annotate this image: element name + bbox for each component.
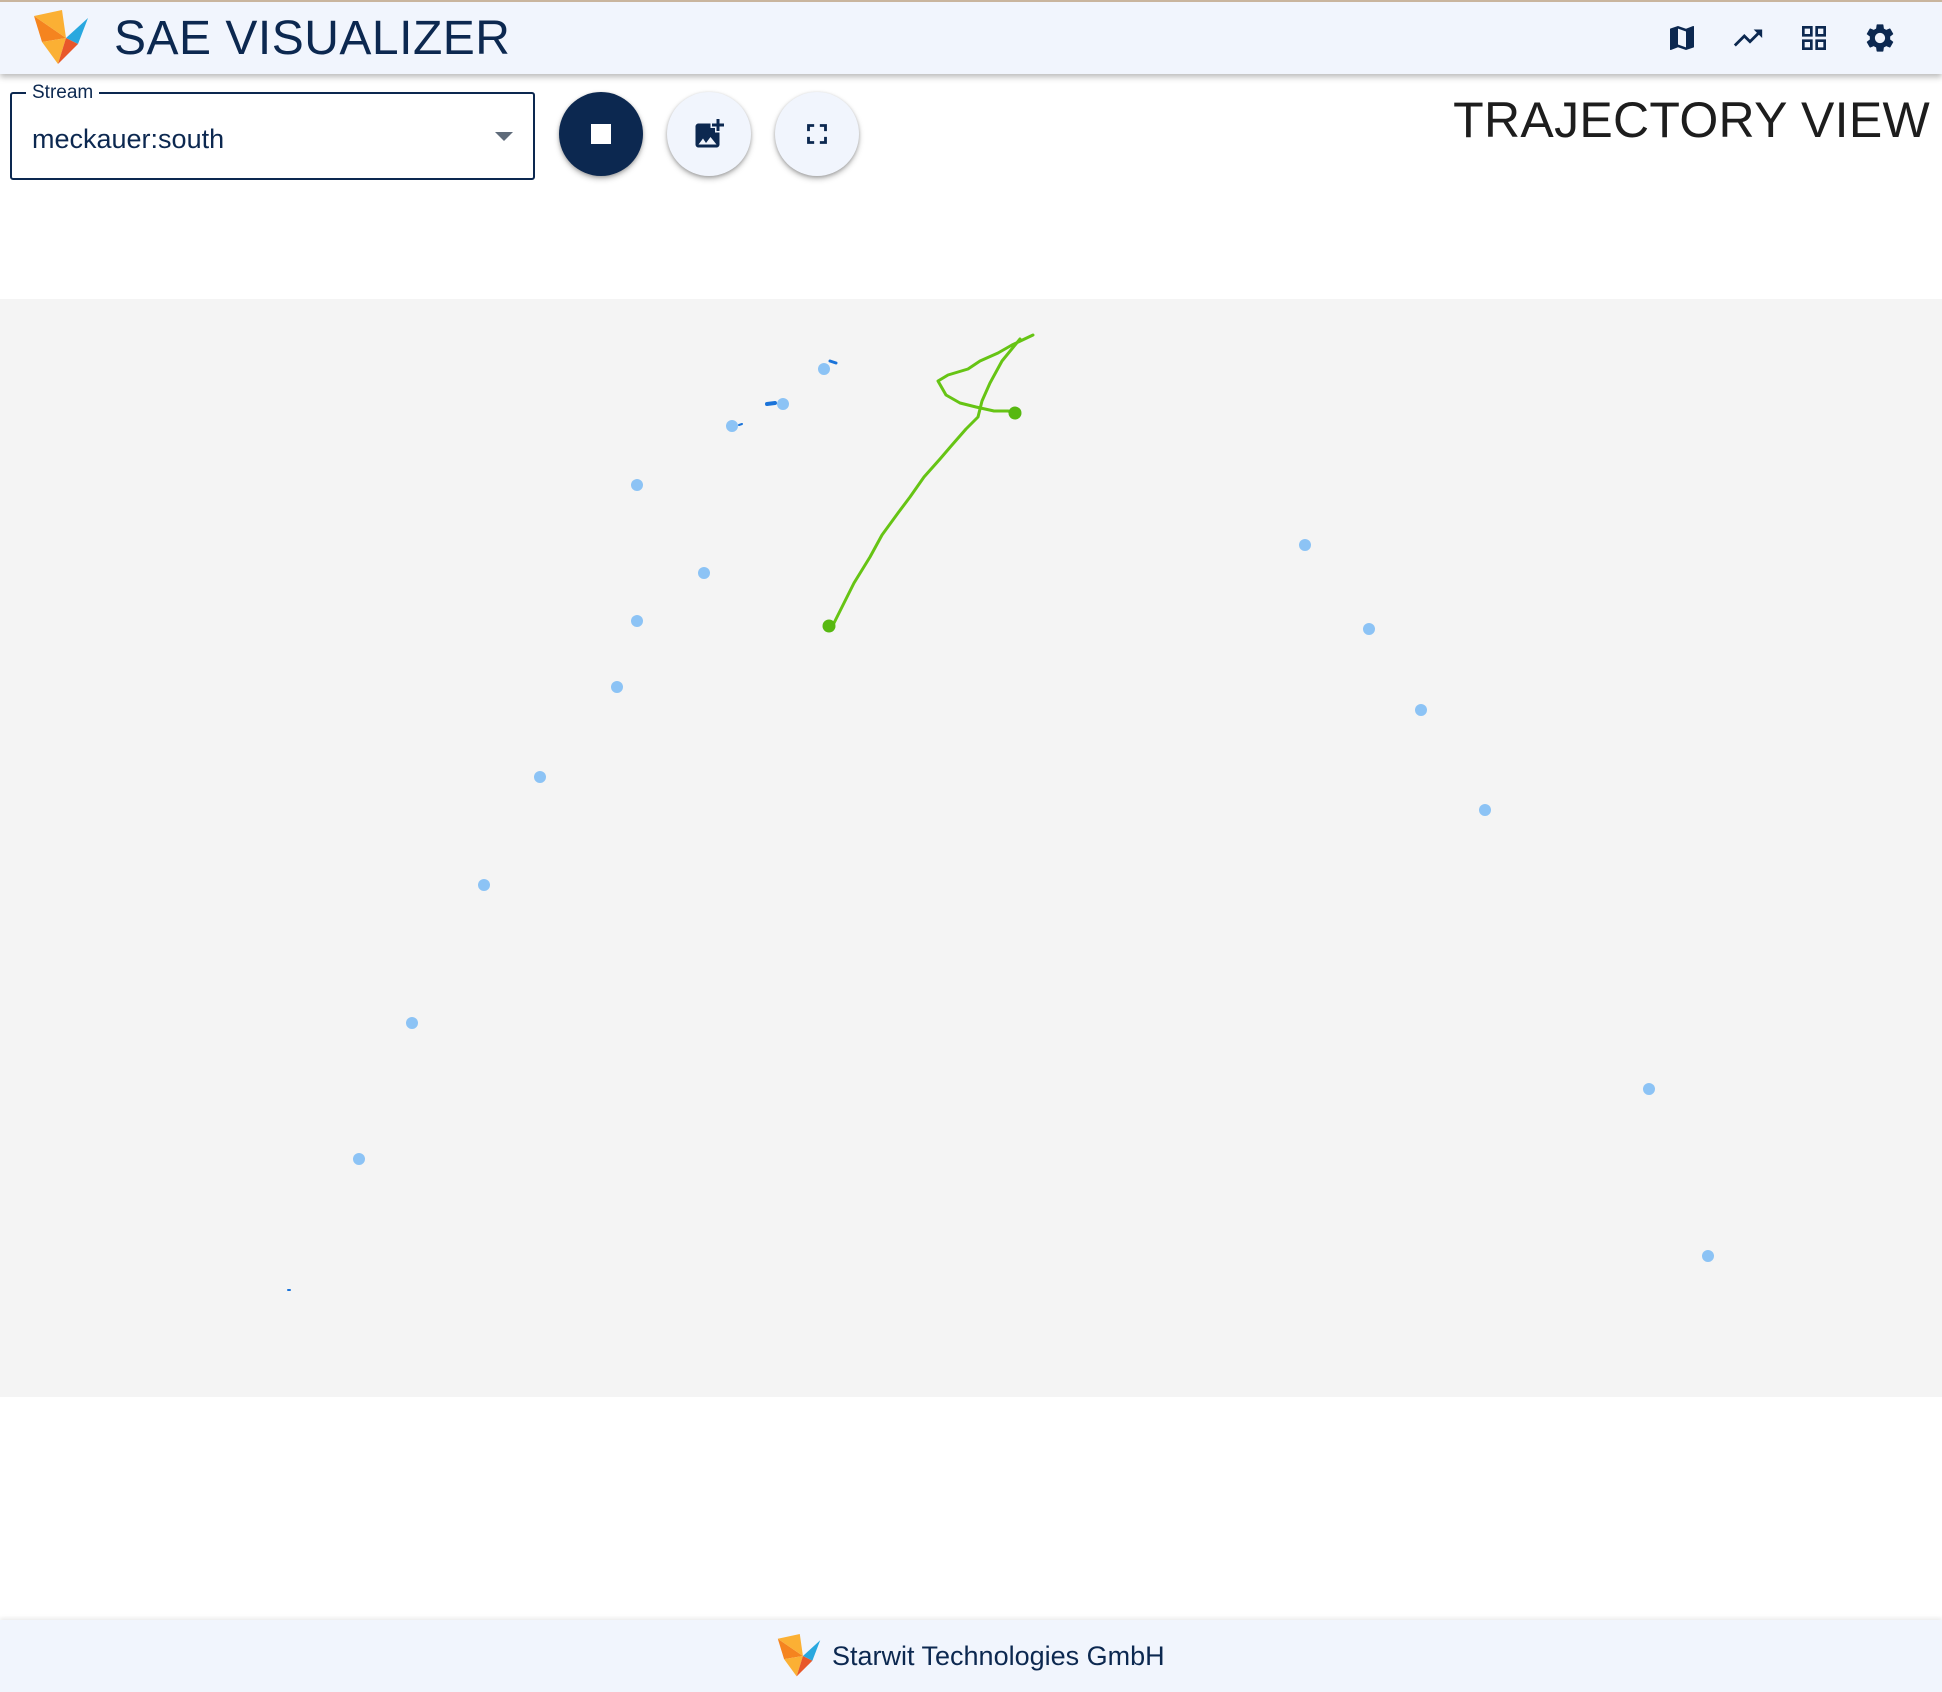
add-photo-icon: [695, 119, 724, 148]
detection-point: [1643, 1083, 1655, 1095]
detection-point: [631, 479, 643, 491]
fullscreen-button[interactable]: [775, 92, 859, 176]
starwit-logo-icon: [34, 10, 88, 64]
dropdown-arrow-icon[interactable]: [495, 132, 513, 141]
stream-label: Stream: [26, 82, 100, 104]
detection-point: [698, 567, 710, 579]
trajectory-plot: [287, 333, 1714, 1590]
detection-point: [777, 398, 789, 410]
view-title: TRAJECTORY VIEW: [1453, 92, 1930, 148]
detection-point: [726, 420, 738, 432]
fullscreen-icon: [807, 124, 827, 144]
detection-point: [534, 771, 546, 783]
stream-value: meckauer:south: [32, 124, 225, 154]
trajectory-end-point: [1008, 406, 1022, 420]
stop-icon: [591, 124, 611, 144]
stop-button[interactable]: [559, 92, 643, 176]
trajectory-canvas[interactable]: [0, 299, 1942, 1590]
settings-icon[interactable]: [1860, 18, 1900, 58]
detection-point: [631, 615, 643, 627]
footer: Starwit Technologies GmbH: [0, 1620, 1942, 1692]
detection-point: [611, 681, 623, 693]
detection-point: [478, 879, 490, 891]
grid-view-icon[interactable]: [1794, 18, 1834, 58]
map-icon[interactable]: [1662, 18, 1702, 58]
starwit-logo-icon: [777, 1634, 821, 1677]
detection-point: [1479, 804, 1491, 816]
track-fragment: [828, 359, 838, 365]
track-fragment: [738, 423, 743, 426]
footer-company-name: Starwit Technologies GmbH: [832, 1641, 1165, 1671]
detection-point: [1363, 623, 1375, 635]
track-fragment: [765, 401, 777, 406]
detection-point: [406, 1017, 418, 1029]
app-bar: SAE VISUALIZER: [0, 0, 1942, 74]
detection-point: [1702, 1250, 1714, 1262]
detection-point: [353, 1153, 365, 1165]
app-title: SAE VISUALIZER: [114, 12, 511, 65]
detection-point: [1415, 704, 1427, 716]
detection-point: [1299, 539, 1311, 551]
trending-up-icon[interactable]: [1728, 18, 1768, 58]
active-trajectory-path: [827, 333, 1035, 627]
detection-point: [818, 363, 830, 375]
stream-select[interactable]: Stream meckauer:south: [10, 82, 535, 180]
add-photo-button[interactable]: [667, 92, 751, 176]
trajectory-start-point: [822, 619, 836, 633]
